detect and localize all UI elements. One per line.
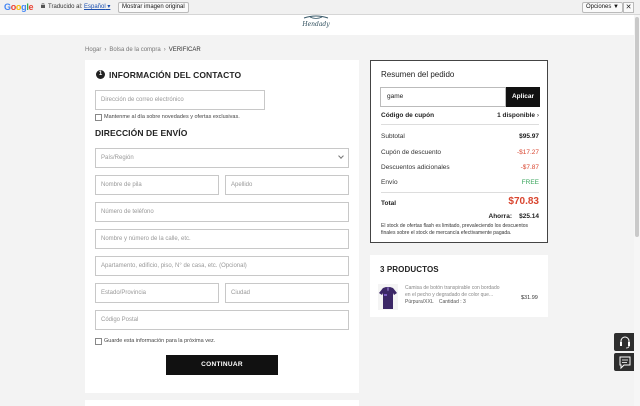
total-row: Total $70.83 xyxy=(381,196,539,207)
country-placeholder: País/Región xyxy=(101,155,134,161)
contact-title: INFORMACIÓN DEL CONTACTO xyxy=(109,70,242,80)
chevron-down-icon xyxy=(338,153,344,159)
state-field[interactable]: Estado/Provincia xyxy=(95,283,219,303)
subtotal-row: Subtotal $95.97 xyxy=(381,133,539,140)
next-section-card xyxy=(85,400,359,406)
email-field[interactable]: Dirección de correo electrónico xyxy=(95,90,265,110)
support-button[interactable] xyxy=(614,333,636,351)
coupon-code-label: Código de cupón xyxy=(381,112,435,119)
savings-label: Ahorra: xyxy=(488,213,512,220)
subtotal-value: $95.97 xyxy=(519,133,539,140)
city-field[interactable]: Ciudad xyxy=(225,283,349,303)
discount-value: -$17.27 xyxy=(516,149,539,156)
street-field[interactable]: Nombre y número de la calle, etc. xyxy=(95,229,349,249)
coupon-input[interactable]: game xyxy=(380,87,506,107)
product-thumbnail[interactable] xyxy=(378,284,398,310)
site-logo[interactable]: Hendady xyxy=(300,15,332,30)
product-variant: Púrpura/XXL Cantidad : 3 xyxy=(405,299,466,305)
language-select[interactable]: Español ▾ xyxy=(84,3,110,10)
apply-coupon-button[interactable]: Aplicar xyxy=(506,87,540,107)
summary-title: Resumen del pedido xyxy=(381,70,455,79)
translated-to-label: Traducido al: xyxy=(48,4,83,10)
product-price: $31.99 xyxy=(521,295,538,301)
postal-code-field[interactable]: Código Postal xyxy=(95,310,349,330)
savings-value: $25.14 xyxy=(519,213,539,220)
breadcrumb-bag[interactable]: Bolsa de la compra xyxy=(109,47,160,53)
close-translate-button[interactable]: ✕ xyxy=(623,2,634,13)
save-info-checkbox[interactable] xyxy=(95,338,102,345)
phone-field[interactable]: Número de teléfono xyxy=(95,202,349,222)
stock-note: El stock de ofertas flash es limitado, p… xyxy=(381,223,529,236)
lock-icon xyxy=(41,3,45,8)
first-name-field[interactable]: Nombre de pila xyxy=(95,175,219,195)
discount-row: Cupón de descuento -$17.27 xyxy=(381,149,539,156)
shipping-label: Envío xyxy=(381,179,398,186)
chevron-right-icon: › xyxy=(163,47,166,53)
chat-icon xyxy=(619,356,631,370)
divider xyxy=(381,192,539,193)
discount-label: Cupón de descuento xyxy=(381,149,441,156)
total-value: $70.83 xyxy=(508,196,539,207)
scrollbar-thumb[interactable] xyxy=(635,17,639,237)
newsletter-label: Mantenme al día sobre novedades y oferta… xyxy=(104,114,240,120)
svg-text:Hendady: Hendady xyxy=(301,21,330,28)
save-info-label: Guarde esta información para la próxima … xyxy=(104,338,216,344)
show-original-button[interactable]: Mostrar imagen original xyxy=(118,2,189,13)
chevron-right-icon: › xyxy=(104,47,107,53)
last-name-field[interactable]: Apellido xyxy=(225,175,349,195)
coupon-code-row[interactable]: Código de cupón 1 disponible › xyxy=(381,112,539,119)
coupon-available: 1 disponible xyxy=(497,112,535,119)
product-variant-value: Púrpura/XXL xyxy=(405,299,434,305)
step-number: 1 xyxy=(96,70,105,79)
products-card: 3 PRODUCTOS Camisa de botón transpirable… xyxy=(370,255,548,317)
chat-button[interactable] xyxy=(614,353,636,371)
total-label: Total xyxy=(381,200,397,207)
breadcrumb-home[interactable]: Hogar xyxy=(85,47,101,53)
newsletter-checkbox[interactable] xyxy=(95,114,102,121)
continue-button[interactable]: CONTINUAR xyxy=(166,355,278,375)
headset-icon xyxy=(620,336,630,349)
apartment-field[interactable]: Apartamento, edificio, piso, N° de casa,… xyxy=(95,256,349,276)
product-description[interactable]: Camisa de botón transpirable con bordado… xyxy=(405,285,505,298)
breadcrumb-current: VERIFICAR xyxy=(168,47,201,53)
extra-discount-label: Descuentos adicionales xyxy=(381,164,450,171)
extra-discount-value: -$7.87 xyxy=(520,164,539,171)
subtotal-label: Subtotal xyxy=(381,133,405,140)
divider xyxy=(381,124,539,125)
shipping-row: Envío FREE xyxy=(381,179,539,186)
options-button[interactable]: Opciones ▼ xyxy=(582,2,623,13)
shipping-title: DIRECCIÓN DE ENVÍO xyxy=(95,128,188,138)
shipping-value: FREE xyxy=(521,179,539,186)
country-select[interactable]: País/Región xyxy=(95,148,349,168)
chevron-right-icon: › xyxy=(536,112,539,119)
extra-discount-row: Descuentos adicionales -$7.87 xyxy=(381,164,539,171)
products-title: 3 PRODUCTOS xyxy=(380,265,439,274)
breadcrumb: Hogar › Bolsa de la compra › VERIFICAR xyxy=(85,47,201,53)
google-logo: Google xyxy=(4,2,34,12)
order-summary-card: Resumen del pedido game Aplicar Código d… xyxy=(370,60,548,243)
google-translate-bar: Google Traducido al: Español ▾ Mostrar i… xyxy=(0,0,640,15)
product-quantity: Cantidad : 3 xyxy=(438,299,466,305)
language-value: Español xyxy=(84,4,106,10)
